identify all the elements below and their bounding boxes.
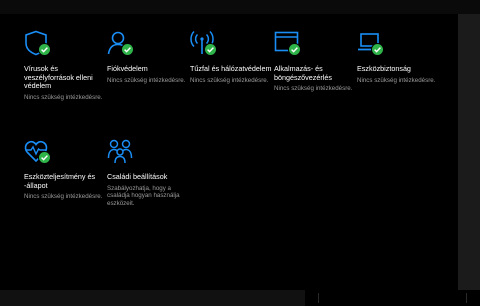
tile-firewall[interactable]: Tűzfal és hálózatvédelem Nincs szükség i… (190, 30, 272, 84)
tile-title: Fiókvédelem (107, 64, 148, 73)
tile-status: Nincs szükség intézkedésre. (357, 76, 436, 84)
family-icon (107, 138, 135, 166)
tile-account-protection[interactable]: Fiókvédelem Nincs szükség intézkedésre. (107, 30, 189, 84)
shield-icon (24, 30, 52, 58)
checkmark-icon (122, 44, 133, 55)
tile-title: Alkalmazás- és böngészővezérlés (274, 64, 332, 82)
browser-window-icon (274, 30, 302, 58)
heart-pulse-icon (24, 138, 52, 166)
tile-family-options[interactable]: Családi beállítások Szabályozhatja, hogy… (107, 138, 189, 207)
tile-app-browser-control[interactable]: Alkalmazás- és böngészővezérlés Nincs sz… (274, 30, 356, 93)
checkmark-icon (289, 44, 300, 55)
checkmark-icon (39, 152, 50, 163)
checkmark-icon (39, 44, 50, 55)
checkmark-icon (372, 44, 383, 55)
tile-title: Eszközteljesítmény és -állapot (24, 172, 96, 190)
window-top-bar (0, 0, 480, 14)
tile-title: Eszközbiztonság (357, 64, 411, 73)
tile-status: Nincs szükség intézkedésre. (190, 76, 269, 84)
tile-virus-protection[interactable]: Vírusok és veszélyforrások elleni védele… (24, 30, 106, 101)
scrollbar-track[interactable] (458, 14, 480, 290)
taskbar-tray-area (305, 290, 480, 306)
laptop-icon (357, 30, 385, 58)
checkmark-icon (205, 44, 216, 55)
tile-title: Tűzfal és hálózatvédelem (190, 64, 272, 73)
tile-status: Nincs szükség intézkedésre. (24, 93, 103, 101)
tile-status: Nincs szükség intézkedésre. (24, 193, 103, 201)
tile-title: Vírusok és veszélyforrások elleni védele… (24, 64, 93, 91)
tile-status: Nincs szükség intézkedésre. (107, 76, 186, 84)
taskbar-divider (318, 293, 319, 303)
person-icon (107, 30, 135, 58)
tile-device-performance[interactable]: Eszközteljesítmény és -állapot Nincs szü… (24, 138, 106, 201)
antenna-icon (190, 30, 218, 58)
tile-status: Szabályozhatja, hogy a családja hogyan h… (107, 184, 180, 207)
tile-device-security[interactable]: Eszközbiztonság Nincs szükség intézkedés… (357, 30, 439, 84)
tile-title: Családi beállítások (107, 172, 168, 181)
taskbar-divider (466, 293, 467, 303)
tile-status: Nincs szükség intézkedésre. (274, 85, 353, 93)
taskbar (0, 290, 480, 306)
